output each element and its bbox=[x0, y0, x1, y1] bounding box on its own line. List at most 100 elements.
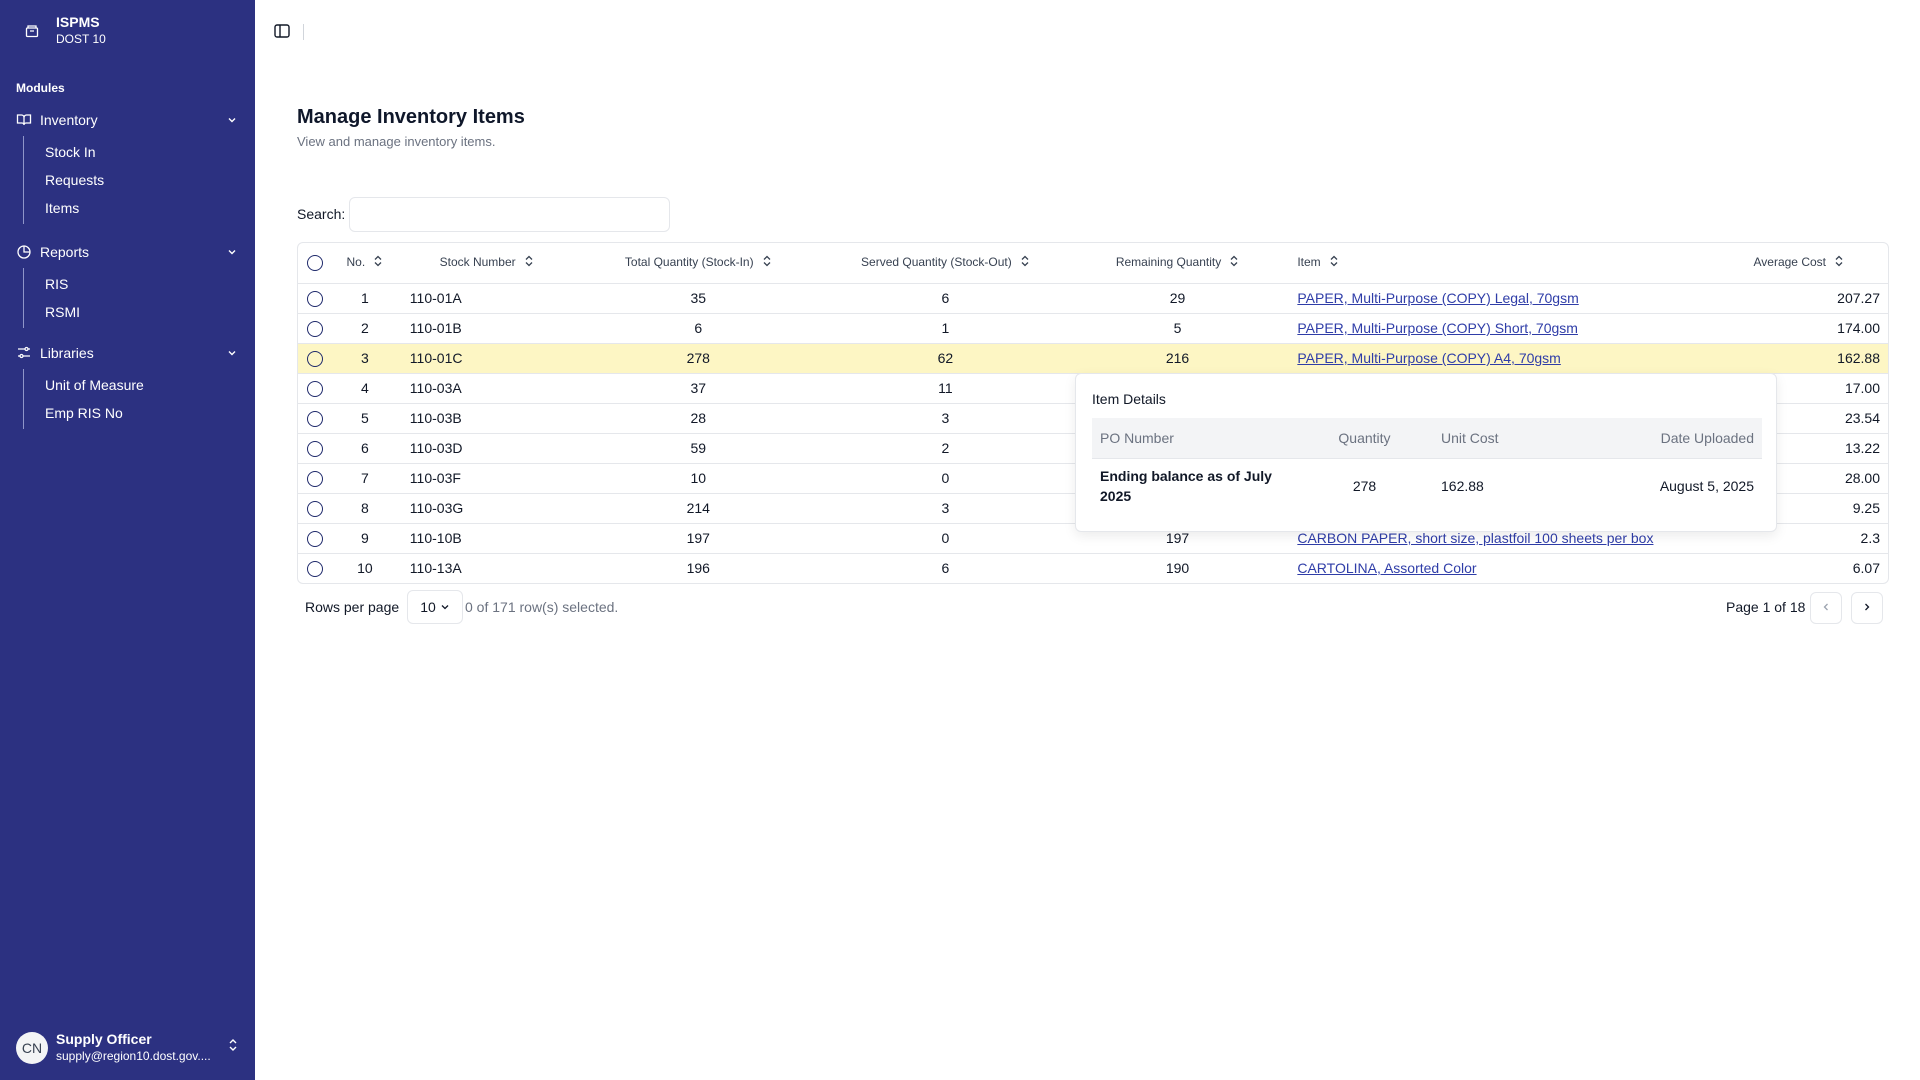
sidebar-item-label: Libraries bbox=[40, 345, 94, 361]
row-checkbox[interactable] bbox=[298, 283, 332, 314]
sort-icon bbox=[762, 255, 772, 270]
column-header-remaining-quantity[interactable]: Remaining Quantity bbox=[1069, 243, 1286, 284]
item-link[interactable]: CARTOLINA, Assorted Color bbox=[1297, 560, 1476, 576]
column-header-stock-number[interactable]: Stock Number bbox=[397, 243, 576, 284]
sidebar-item-emp-ris-no[interactable]: Emp RIS No bbox=[45, 397, 240, 429]
sidebar-item-rsmi[interactable]: RSMI bbox=[45, 296, 240, 328]
cell-total-quantity: 6 bbox=[575, 313, 822, 344]
brand[interactable]: ISPMS DOST 10 bbox=[16, 14, 106, 47]
row-checkbox[interactable] bbox=[298, 403, 332, 434]
cell-item[interactable]: PAPER, Multi-Purpose (COPY) Legal, 70gsm bbox=[1285, 283, 1747, 314]
cell-total-quantity: 35 bbox=[575, 283, 822, 314]
cell-total-quantity: 196 bbox=[686, 560, 710, 577]
cell-average-cost: 174.00 bbox=[1746, 313, 1888, 344]
column-header-served-quantity[interactable]: Served Quantity (Stock-Out) bbox=[821, 243, 1070, 284]
item-details-table: PO Number Quantity Unit Cost Date Upload… bbox=[1092, 418, 1762, 514]
cell-stock-number: 110-13A bbox=[409, 560, 462, 577]
archive-icon bbox=[16, 15, 48, 47]
cell-total-quantity: 214 bbox=[575, 493, 822, 524]
sort-icon bbox=[373, 255, 383, 270]
previous-page-button[interactable] bbox=[1810, 592, 1842, 624]
popover-quantity: 278 bbox=[1352, 478, 1377, 495]
rows-per-page-select[interactable]: 10 bbox=[407, 590, 463, 624]
item-link[interactable]: PAPER, Multi-Purpose (COPY) Legal, 70gsm bbox=[1297, 290, 1578, 306]
row-checkbox[interactable] bbox=[298, 553, 332, 583]
popover-column-quantity: Quantity bbox=[1302, 418, 1427, 459]
cell-no: 1 bbox=[331, 283, 398, 314]
sidebar-item-items[interactable]: Items bbox=[45, 192, 240, 224]
sidebar-item-inventory[interactable]: Inventory bbox=[16, 108, 240, 132]
cell-no: 8 bbox=[331, 493, 398, 524]
app-subtitle: DOST 10 bbox=[56, 32, 106, 46]
cell-no: 10 bbox=[357, 560, 373, 577]
selection-count: 0 of 171 row(s) selected. bbox=[465, 599, 619, 615]
popover-column-po-number: PO Number bbox=[1092, 418, 1302, 459]
sidebar-item-label: Inventory bbox=[40, 112, 98, 128]
cell-remaining-quantity: 190 bbox=[1165, 560, 1190, 577]
sort-icon bbox=[524, 255, 534, 270]
cell-stock-number: 110-10B bbox=[397, 523, 576, 554]
cell-item[interactable]: CARTOLINA, Assorted Color bbox=[1285, 553, 1747, 583]
cell-served-quantity: 3 bbox=[821, 493, 1070, 524]
chevron-down-icon bbox=[224, 112, 240, 128]
row-checkbox[interactable] bbox=[298, 343, 332, 374]
cell-total-quantity: 37 bbox=[575, 373, 822, 404]
cell-no: 7 bbox=[331, 463, 398, 494]
page-info: Page 1 of 18 bbox=[1726, 599, 1806, 615]
cell-served-quantity: 6 bbox=[941, 560, 950, 577]
table-row[interactable]: 3 110-01C 278 62 216 PAPER, Multi-Purpose (CO… bbox=[298, 343, 1888, 374]
row-checkbox[interactable] bbox=[298, 373, 332, 404]
page-subtitle: View and manage inventory items. bbox=[297, 134, 496, 149]
chevron-down-icon bbox=[440, 599, 450, 615]
row-checkbox[interactable] bbox=[298, 493, 332, 524]
inventory-submenu: Stock In Requests Items bbox=[23, 136, 240, 224]
table-row[interactable]: 10 110-13A 196 6 190 CARTOLINA, Assorted Colo… bbox=[298, 553, 1888, 583]
search-input[interactable] bbox=[349, 197, 670, 232]
row-checkbox[interactable] bbox=[298, 313, 332, 344]
row-checkbox[interactable] bbox=[298, 433, 332, 464]
cell-stock-number: 110-03D bbox=[397, 433, 576, 464]
column-header-no[interactable]: No. bbox=[331, 243, 398, 284]
book-icon bbox=[16, 112, 32, 128]
row-checkbox[interactable] bbox=[298, 463, 332, 494]
popover-date-uploaded: August 5, 2025 bbox=[1659, 478, 1754, 495]
cell-served-quantity: 62 bbox=[821, 343, 1070, 374]
page-title: Manage Inventory Items bbox=[297, 106, 525, 128]
next-page-button[interactable] bbox=[1851, 592, 1883, 624]
modules-label: Modules bbox=[16, 81, 65, 95]
item-link[interactable]: PAPER, Multi-Purpose (COPY) Short, 70gsm bbox=[1297, 320, 1578, 336]
cell-total-quantity: 278 bbox=[575, 343, 822, 374]
cell-stock-number: 110-01A bbox=[397, 283, 576, 314]
row-checkbox[interactable] bbox=[298, 523, 332, 554]
select-all-checkbox[interactable] bbox=[298, 243, 332, 284]
nav-group-inventory: Inventory Stock In Requests Items bbox=[16, 108, 240, 224]
nav-group-reports: Reports RIS RSMI bbox=[16, 240, 240, 328]
popover-po-number: Ending balance as of July 2025 bbox=[1100, 468, 1272, 505]
cell-item[interactable]: PAPER, Multi-Purpose (COPY) A4, 70gsm bbox=[1285, 343, 1747, 374]
cell-total-quantity: 10 bbox=[575, 463, 822, 494]
item-link[interactable]: CARBON PAPER, short size, plastfoil 100 … bbox=[1297, 530, 1653, 546]
rows-per-page-value: 10 bbox=[420, 599, 436, 615]
cell-remaining-quantity: 29 bbox=[1069, 283, 1286, 314]
item-link[interactable]: PAPER, Multi-Purpose (COPY) A4, 70gsm bbox=[1297, 350, 1561, 366]
cell-served-quantity: 0 bbox=[821, 523, 1070, 554]
sidebar-toggle-icon[interactable] bbox=[273, 22, 291, 40]
sidebar: ISPMS DOST 10 Modules Inventory Stock In… bbox=[0, 0, 255, 1080]
table-row[interactable]: 1 110-01A 35 6 29 PAPER, Multi-Purpose (COPY)… bbox=[298, 283, 1888, 314]
rows-per-page-label: Rows per page bbox=[305, 599, 400, 615]
cell-item[interactable]: PAPER, Multi-Purpose (COPY) Short, 70gsm bbox=[1285, 313, 1747, 344]
cell-total-quantity: 28 bbox=[575, 403, 822, 434]
cell-served-quantity: 3 bbox=[821, 403, 1070, 434]
table-row[interactable]: 2 110-01B 6 1 5 PAPER, Multi-Purpose (COPY) S… bbox=[298, 313, 1888, 344]
user-menu[interactable]: CN Supply Officer supply@region10.dost.g… bbox=[16, 1031, 240, 1064]
sidebar-item-reports[interactable]: Reports bbox=[16, 240, 240, 264]
column-header-average-cost[interactable]: Average Cost bbox=[1746, 243, 1888, 284]
cell-stock-number: 110-03A bbox=[397, 373, 576, 404]
toolbar-divider bbox=[303, 24, 304, 40]
sidebar-item-libraries[interactable]: Libraries bbox=[16, 341, 240, 365]
cell-total-quantity: 197 bbox=[575, 523, 822, 554]
cell-no: 2 bbox=[331, 313, 398, 344]
sidebar-item-label: Reports bbox=[40, 244, 90, 260]
column-header-total-quantity[interactable]: Total Quantity (Stock-In) bbox=[575, 243, 822, 284]
column-header-item[interactable]: Item bbox=[1285, 243, 1747, 284]
